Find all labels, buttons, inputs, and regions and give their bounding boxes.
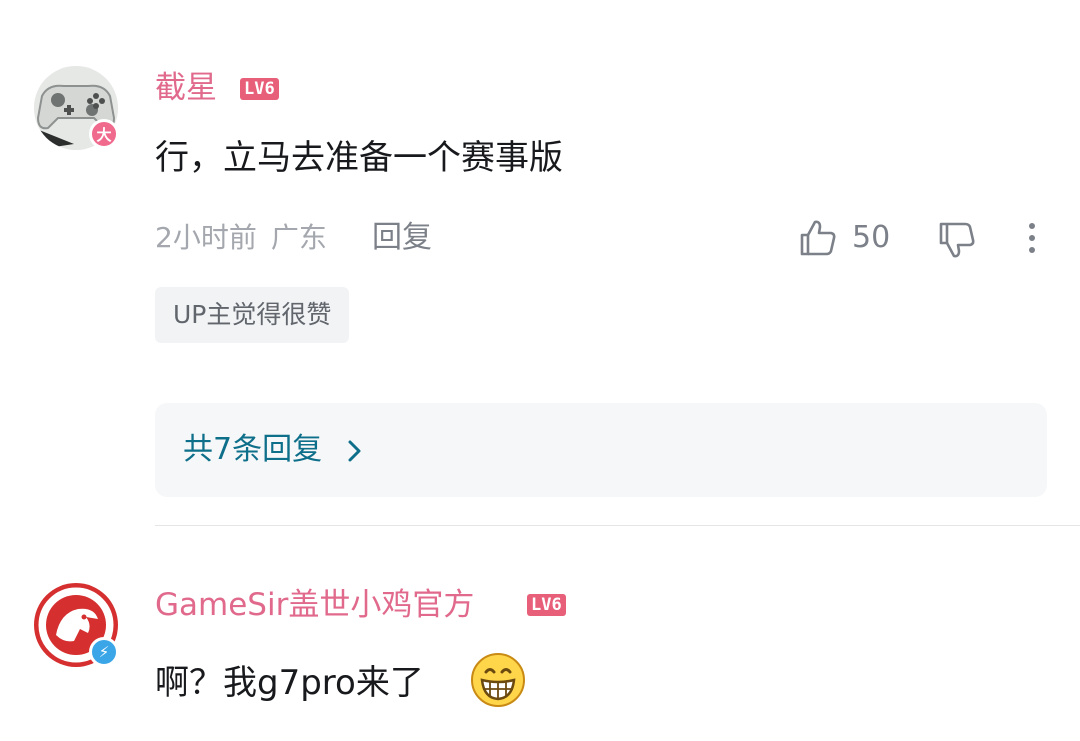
reply-button[interactable]: 回复 (372, 218, 432, 258)
username[interactable]: 截星 (155, 68, 217, 108)
username[interactable]: GameSir盖世小鸡官方 (155, 585, 474, 625)
grinning-face-icon (471, 653, 525, 707)
comment-meta: 2小时前 广东 (155, 218, 341, 258)
replies-summary: 共7条回复 (183, 432, 323, 467)
like-count: 50 (852, 220, 891, 255)
level-badge: LV6 (527, 594, 566, 616)
thumbs-up-icon[interactable] (798, 218, 838, 258)
chevron-right-icon (348, 440, 361, 462)
more-vertical-icon[interactable] (1020, 220, 1044, 256)
comment-divider (155, 525, 1080, 526)
comment-time: 2小时前 (155, 221, 257, 254)
up-liked-tag: UP主觉得很赞 (155, 287, 350, 343)
level-badge: LV6 (240, 78, 279, 100)
view-replies-button[interactable]: 共7条回复 (155, 403, 1047, 497)
thumbs-down-icon[interactable] (937, 220, 977, 260)
comment-text: 啊？我g7pro来了 (155, 663, 424, 703)
comment-list: 大 截星 LV6 行，立马去准备一个赛事版 2小时前 广东 回复 50 UP主觉得… (0, 0, 1080, 741)
comment-location: 广东 (270, 221, 327, 254)
avatar-badge: 大 (89, 119, 119, 149)
comment-text: 行，立马去准备一个赛事版 (155, 138, 563, 178)
verified-badge: ⚡ (89, 637, 119, 667)
